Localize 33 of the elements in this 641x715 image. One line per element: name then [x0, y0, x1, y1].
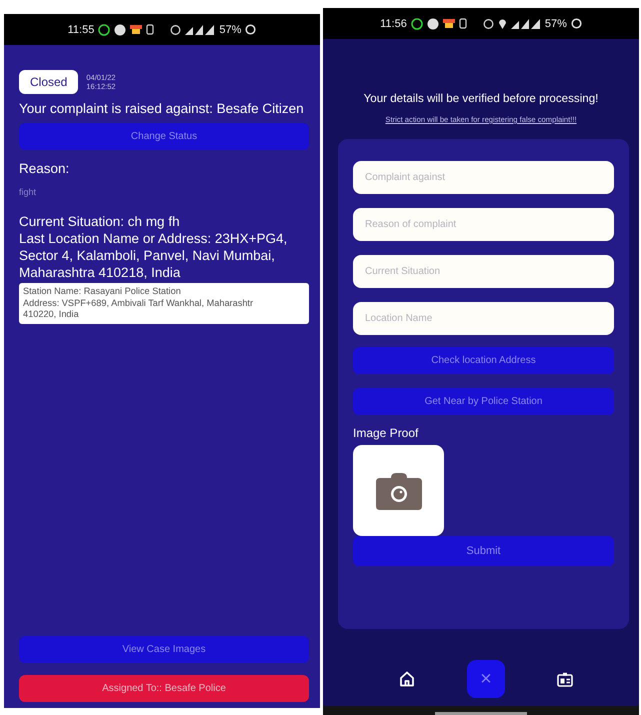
battery-level: 57% [544, 18, 567, 30]
reason-label: Reason: [19, 160, 70, 177]
verification-heading: Your details will be verified before processing! [362, 92, 600, 105]
station-address-text: Address: VSPF+689, Ambivali Tarf Wankhal, Maharashtr [23, 298, 254, 309]
current-situation-text: Current Situation: ch mg fh [19, 213, 181, 230]
form-button[interactable]: Check location Address [353, 347, 614, 374]
image-proof-label: Image Proof [353, 426, 420, 440]
image-upload-tile[interactable] [353, 445, 444, 536]
input-field[interactable]: Current Situation [353, 255, 614, 288]
camera-icon [376, 472, 422, 510]
close-button[interactable]: × [467, 660, 505, 698]
form-button[interactable]: Get Near by Police Station [353, 388, 614, 415]
change-status-button[interactable]: Change Status [19, 123, 309, 150]
input-field[interactable]: Complaint against [353, 161, 614, 194]
status-time: 11:56 [380, 18, 407, 30]
signal-icon [185, 24, 216, 35]
submit-button[interactable]: Submit [353, 536, 614, 566]
signal-icon [510, 18, 541, 29]
assigned-to-button[interactable]: Assigned To:: Besafe Police [19, 675, 309, 702]
battery-level: 57% [219, 24, 242, 36]
view-case-images-button[interactable]: View Case Images [19, 636, 309, 663]
id-card-icon[interactable] [557, 672, 573, 686]
input-field[interactable]: Reason of complaint [353, 208, 614, 241]
status-badge: Closed [19, 70, 78, 94]
complaint-against-text: Your complaint is raised against: Besafe Citizen [19, 100, 305, 117]
last-location-text: Last Location Name or Address: 23HX+PG4, Sector 4, Kalamboli, Panvel, Navi Mumbai, Maharashtra 410218, India [19, 230, 288, 281]
status-time: 11:55 [68, 24, 94, 36]
location-icon [498, 18, 507, 29]
reason-text: fight [19, 187, 38, 197]
home-icon[interactable] [399, 671, 415, 687]
station-name-text: Station Name: Rasayani Police Station [23, 286, 182, 298]
input-field[interactable]: Location Name [353, 302, 614, 335]
station-address-text: 410220, India [23, 309, 80, 320]
